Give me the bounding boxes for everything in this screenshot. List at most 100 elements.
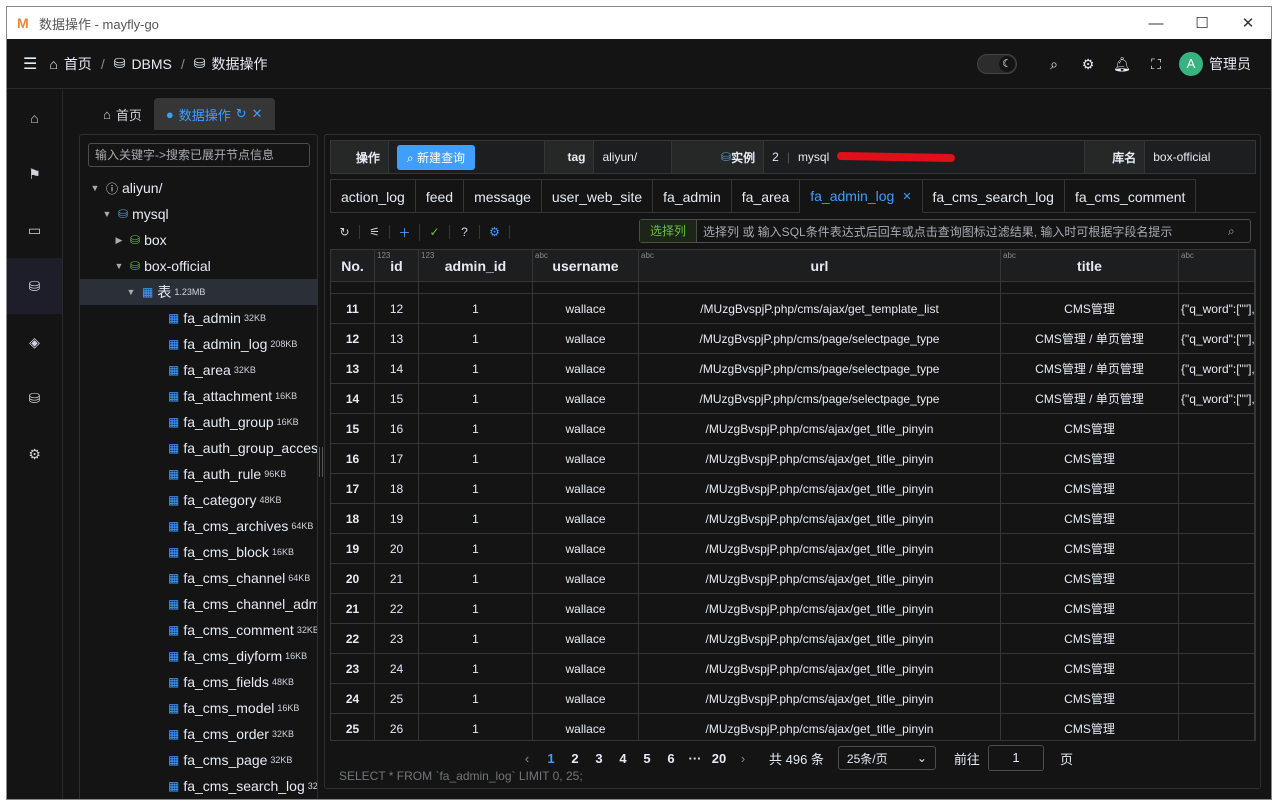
tree-node[interactable]: ▼ ⛁ mysql — [80, 201, 317, 227]
caret-down-icon[interactable]: ▼ — [112, 261, 126, 271]
table-cell[interactable]: 1 — [419, 444, 533, 473]
panel-resize-handle[interactable] — [319, 447, 323, 477]
table-cell[interactable]: 23 — [375, 624, 419, 653]
table-tab[interactable]: user_web_site — [541, 179, 654, 213]
table-cell[interactable]: wallace — [533, 654, 639, 683]
table-row[interactable]: 12 13 1 wallace/MUzgBvspjP.php/cms/page/sel… — [331, 324, 1255, 354]
caret-down-icon[interactable]: ▼ — [100, 209, 114, 219]
close-icon[interactable]: ✕ — [902, 190, 911, 203]
table-cell[interactable]: wallace — [533, 324, 639, 353]
goto-page-input[interactable]: 1 — [987, 745, 1044, 771]
close-icon[interactable]: ✕ — [252, 106, 263, 122]
table-cell[interactable] — [1179, 564, 1255, 593]
fullscreen-icon[interactable]: ⛶ — [1139, 56, 1173, 73]
table-cell[interactable] — [1179, 594, 1255, 623]
tree-node[interactable]: ▦ fa_category 48KB — [80, 487, 317, 513]
table-cell[interactable]: 1 — [419, 384, 533, 413]
table-cell[interactable]: /MUzgBvspjP.php/cms/ajax/get_title_pinyi… — [639, 684, 1001, 713]
column-header[interactable]: 123 id — [375, 250, 419, 281]
table-cell[interactable]: 11 — [331, 294, 375, 323]
nav-dbms[interactable]: ⛁ — [7, 258, 62, 314]
table-cell[interactable]: /MUzgBvspjP.php/cms/ajax/get_title_pinyi… — [639, 504, 1001, 533]
table-cell[interactable]: 24 — [375, 654, 419, 683]
table-cell[interactable]: 22 — [331, 624, 375, 653]
table-tab[interactable]: action_log — [330, 179, 416, 213]
search-icon[interactable]: ⌕ — [1037, 56, 1071, 73]
table-cell[interactable]: CMS管理 — [1001, 624, 1179, 653]
tree-node[interactable]: ▼ ⛁ box-official — [80, 253, 317, 279]
tree-node[interactable]: ▦ fa_cms_block 16KB — [80, 539, 317, 565]
table-cell[interactable]: 1 — [419, 414, 533, 443]
page-number[interactable]: 4 — [611, 751, 635, 766]
table-cell[interactable]: CMS管理 / 单页管理 — [1001, 384, 1179, 413]
table-cell[interactable] — [1179, 474, 1255, 503]
table-cell[interactable]: 1 — [419, 564, 533, 593]
table-cell[interactable]: 21 — [375, 564, 419, 593]
page-number[interactable]: 2 — [563, 751, 587, 766]
table-cell[interactable]: wallace — [533, 384, 639, 413]
menu-toggle-icon[interactable]: ☰ — [23, 54, 37, 74]
table-cell[interactable]: wallace — [533, 504, 639, 533]
table-tab[interactable]: fa_area — [731, 179, 801, 213]
table-cell[interactable]: 17 — [375, 444, 419, 473]
table-cell[interactable] — [1179, 684, 1255, 713]
table-tab[interactable]: message — [464, 179, 542, 213]
tab-data-operation[interactable]: ● 数据操作 ↻ ✕ — [153, 98, 275, 130]
caret-down-icon[interactable]: ▼ — [88, 183, 102, 193]
table-cell[interactable]: wallace — [533, 684, 639, 713]
table-cell[interactable]: 14 — [331, 384, 375, 413]
column-header[interactable]: abc — [1179, 250, 1255, 281]
table-cell[interactable]: /MUzgBvspjP.php/cms/ajax/get_title_pinyi… — [639, 624, 1001, 653]
table-cell[interactable]: CMS管理 — [1001, 444, 1179, 473]
table-row[interactable]: 15 16 1 wallace/MUzgBvspjP.php/cms/ajax/get… — [331, 414, 1255, 444]
table-cell[interactable]: CMS管理 / 单页管理 — [1001, 354, 1179, 383]
page-number[interactable]: ··· — [683, 751, 707, 766]
table-cell[interactable]: CMS管理 — [1001, 654, 1179, 683]
table-cell[interactable]: CMS管理 — [1001, 564, 1179, 593]
table-row[interactable]: 23 24 1 wallace/MUzgBvspjP.php/cms/ajax/get… — [331, 654, 1255, 684]
table-cell[interactable]: 18 — [331, 504, 375, 533]
table-cell[interactable]: 12 — [375, 294, 419, 323]
table-cell[interactable]: 18 — [375, 474, 419, 503]
table-cell[interactable]: 25 — [375, 684, 419, 713]
search-icon[interactable]: ⌕ — [1228, 224, 1250, 239]
table-cell[interactable]: {"q_word":[""], — [1179, 354, 1255, 383]
table-cell[interactable]: wallace — [533, 594, 639, 623]
table-cell[interactable]: 12 — [331, 324, 375, 353]
table-cell[interactable]: 21 — [331, 594, 375, 623]
column-header[interactable]: abc url — [639, 250, 1001, 281]
table-cell[interactable]: CMS管理 — [1001, 714, 1179, 740]
table-cell[interactable]: 1 — [419, 714, 533, 740]
tree-node[interactable]: ▦ fa_cms_channel_admi — [80, 591, 317, 617]
table-cell[interactable]: CMS管理 — [1001, 504, 1179, 533]
table-cell[interactable]: 15 — [375, 384, 419, 413]
table-cell[interactable]: 19 — [331, 534, 375, 563]
table-cell[interactable] — [1179, 624, 1255, 653]
tree-search-input[interactable]: 输入关键字->搜索已展开节点信息 — [88, 143, 310, 167]
table-cell[interactable]: 26 — [375, 714, 419, 740]
table-cell[interactable]: wallace — [533, 714, 639, 740]
table-cell[interactable]: 17 — [331, 474, 375, 503]
table-row[interactable]: 19 20 1 wallace/MUzgBvspjP.php/cms/ajax/get… — [331, 534, 1255, 564]
column-header[interactable]: abc username — [533, 250, 639, 281]
table-cell[interactable]: 22 — [375, 594, 419, 623]
table-cell[interactable]: wallace — [533, 534, 639, 563]
nav-layers[interactable]: ◈ — [7, 314, 62, 370]
tree-node[interactable]: ▦ fa_admin 32KB — [80, 305, 317, 331]
refresh-icon[interactable]: ↻ — [236, 106, 247, 122]
table-cell[interactable]: /MUzgBvspjP.php/cms/ajax/get_title_pinyi… — [639, 474, 1001, 503]
close-window-button[interactable]: ✕ — [1225, 7, 1271, 39]
table-cell[interactable] — [1179, 534, 1255, 563]
table-cell[interactable]: {"q_word":[""], — [1179, 384, 1255, 413]
prev-page-icon[interactable]: ‹ — [515, 751, 539, 766]
column-header[interactable]: abc title — [1001, 250, 1179, 281]
commit-icon[interactable]: ✓ — [420, 225, 450, 239]
table-row[interactable]: 20 21 1 wallace/MUzgBvspjP.php/cms/ajax/get… — [331, 564, 1255, 594]
gear-icon[interactable]: ⚙ — [1071, 56, 1105, 73]
table-cell[interactable]: 13 — [375, 324, 419, 353]
table-cell[interactable]: /MUzgBvspjP.php/cms/ajax/get_title_pinyi… — [639, 534, 1001, 563]
table-tab[interactable]: fa_admin — [653, 179, 732, 213]
add-row-icon[interactable]: ＋ — [390, 223, 420, 241]
table-cell[interactable]: CMS管理 / 单页管理 — [1001, 324, 1179, 353]
table-row[interactable]: 14 15 1 wallace/MUzgBvspjP.php/cms/page/sel… — [331, 384, 1255, 414]
